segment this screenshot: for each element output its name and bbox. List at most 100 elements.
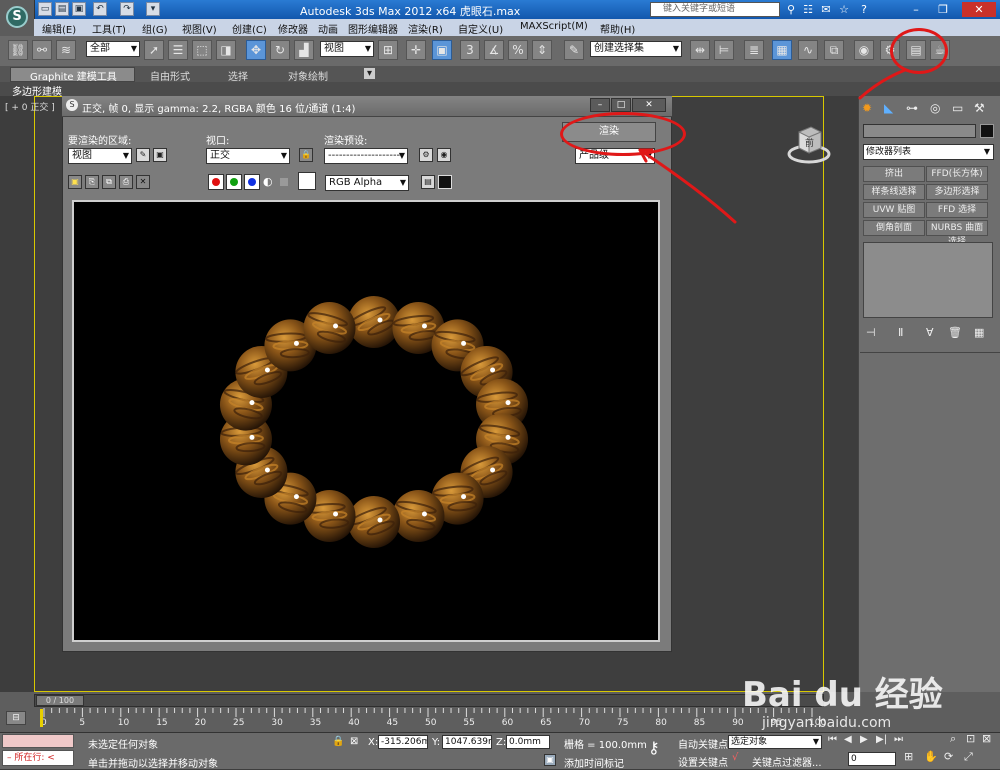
selection-filter-dropdown[interactable]: 全部 ▼ [86,41,140,57]
motion-tab-icon[interactable]: ◎ [930,101,940,115]
app-menu-button[interactable]: S [0,0,35,36]
ffd-select-button[interactable]: FFD 选择 [926,202,988,218]
viewport-select-dropdown[interactable]: 正交 ▼ [206,148,290,164]
minimize-icon[interactable]: – [908,2,924,17]
pivot-center-icon[interactable]: ⊞ [378,40,398,60]
save-image-icon[interactable]: ▣ [68,175,82,189]
render-setup-small-icon[interactable]: ⚙ [419,148,433,162]
menu-maxscript[interactable]: MAXScript(M) [520,21,588,32]
viewcube[interactable]: 前 [786,122,832,168]
display-alpha-icon[interactable]: ◐ [263,175,275,189]
configure-sets-icon[interactable]: ▦ [974,326,984,339]
uvw-map-button[interactable]: UVW 贴图 [863,202,925,218]
play-icon[interactable]: ▶ [860,734,868,745]
subscription-icon[interactable]: ☷ [800,2,816,17]
create-tab-icon[interactable]: ✹ [862,101,872,115]
maxscript-listener-top[interactable] [2,734,74,748]
orbit-icon[interactable]: ⟳ [944,750,953,763]
material-editor-icon[interactable]: ◉ [854,40,874,60]
print-image-icon[interactable]: ⎙ [119,175,133,189]
copy-image-icon[interactable]: ⎘ [85,175,99,189]
menu-animation[interactable]: 动画 [318,21,338,36]
poly-select-button[interactable]: 多边形选择 [926,184,988,200]
new-file-icon[interactable]: ▭ [38,2,52,16]
search-binoculars-icon[interactable]: ⚲ [783,2,799,17]
render-window-close-icon[interactable]: ✕ [632,98,666,112]
search-input[interactable]: 键入关键字或短语 [650,2,780,17]
favorites-star-icon[interactable]: ☆ [836,2,852,17]
display-tab-icon[interactable]: ▭ [952,101,963,115]
area-to-render-dropdown[interactable]: 视图 ▼ [68,148,132,164]
zoom-all-icon[interactable]: ⊡ [966,732,975,745]
select-manipulate-icon[interactable]: ✛ [406,40,426,60]
next-frame-icon[interactable]: ▶| [876,734,887,745]
menu-graph-editors[interactable]: 图形编辑器 [348,21,398,36]
key-mode-dropdown[interactable]: 选定对象 ▼ [728,735,822,749]
edit-region-icon[interactable]: ✎ [136,148,150,162]
keyboard-shortcut-override-icon[interactable]: ▣ [432,40,452,60]
auto-key-button[interactable]: 自动关键点 [678,736,728,751]
curve-editor-icon[interactable]: ∿ [798,40,818,60]
menu-help[interactable]: 帮助(H) [600,21,635,36]
extrude-button[interactable]: 挤出 [863,166,925,182]
menu-customize[interactable]: 自定义(U) [458,21,503,36]
ribbon-options-icon[interactable]: ▾ [364,68,376,79]
lock-viewport-icon[interactable]: 🔒 [299,148,313,162]
blue-channel-toggle[interactable] [244,174,260,190]
current-frame-field[interactable]: 0 [848,752,896,766]
auto-region-icon[interactable]: ▣ [153,148,167,162]
angle-snap-icon[interactable]: ∡ [484,40,504,60]
pan-icon[interactable]: ✋ [924,750,938,763]
make-unique-icon[interactable]: ∀ [926,326,934,339]
bevel-profile-button[interactable]: 倒角剖面 [863,220,925,236]
tab-graphite[interactable]: Graphite 建模工具 [30,68,117,83]
tab-object-paint[interactable]: 对象绘制 [288,68,328,83]
render-window-maximize-icon[interactable]: □ [611,98,631,112]
set-key-icon[interactable]: ⚷ [648,738,660,757]
menu-rendering[interactable]: 渲染(R) [408,21,443,36]
key-filters-button[interactable]: 关键点过滤器... [752,754,822,769]
object-color-swatch[interactable] [980,124,994,138]
render-preset-dropdown[interactable]: -------------------- ▼ [324,148,408,164]
layer-manager-icon[interactable]: ≣ [744,40,764,60]
restore-icon[interactable]: ❐ [935,2,951,17]
remove-modifier-icon[interactable]: 🗑 [948,326,962,339]
time-slider[interactable] [34,694,824,707]
select-and-scale-icon[interactable]: ▟ [294,40,314,60]
percent-snap-icon[interactable]: % [508,40,528,60]
named-selection-dropdown[interactable]: 创建选择集 ▼ [590,41,682,57]
snaps-toggle-icon[interactable]: 3 [460,40,480,60]
ffd-box-button[interactable]: FFD(长方体) [926,166,988,182]
quick-access-dropdown-icon[interactable]: ▾ [146,2,160,16]
zoom-icon[interactable]: ⌕ [950,732,956,746]
edit-named-selection-icon[interactable]: ✎ [564,40,584,60]
redo-icon[interactable]: ↷ [120,2,134,16]
clear-image-icon[interactable]: ✕ [136,175,150,189]
viewport-label[interactable]: [ + 0 正交 ] [5,100,55,113]
select-and-move-icon[interactable]: ✥ [246,40,266,60]
modifier-list-dropdown[interactable]: 修改器列表 ▼ [863,144,994,160]
y-coordinate-field[interactable]: 1047.639m [442,735,492,749]
align-icon[interactable]: ⊨ [714,40,734,60]
tab-freeform[interactable]: 自由形式 [150,68,190,83]
select-object-icon[interactable]: ➚ [144,40,164,60]
menu-create[interactable]: 创建(C) [232,21,267,36]
nurbs-surface-select-button[interactable]: NURBS 曲面选择 [926,220,988,247]
rectangular-selection-icon[interactable]: ⬚ [192,40,212,60]
toggle-ui-icon[interactable] [438,175,452,189]
reference-coordinate-dropdown[interactable]: 视图 ▼ [320,41,374,57]
utilities-tab-icon[interactable]: ⚒ [974,101,985,115]
selection-lock-icon[interactable]: 🔒 [332,736,344,747]
green-channel-toggle[interactable] [226,174,242,190]
hierarchy-tab-icon[interactable]: ⊶ [906,101,918,115]
mini-curve-editor-icon[interactable]: ⊟ [6,711,26,725]
maximize-viewport-icon[interactable]: ⤢ [964,750,973,764]
menu-modifiers[interactable]: 修改器 [278,21,308,36]
monochrome-icon[interactable] [280,178,288,186]
render-window-titlebar[interactable]: S 正交, 帧 0, 显示 gamma: 2.2, RGBA 颜色 16 位/通… [62,96,672,117]
modify-tab-icon[interactable]: ◣ [884,101,893,115]
spinner-snap-icon[interactable]: ⇕ [532,40,552,60]
clone-window-icon[interactable]: ⧉ [102,175,116,189]
bind-space-warp-icon[interactable]: ≋ [56,40,76,60]
modifier-stack[interactable] [863,242,993,318]
